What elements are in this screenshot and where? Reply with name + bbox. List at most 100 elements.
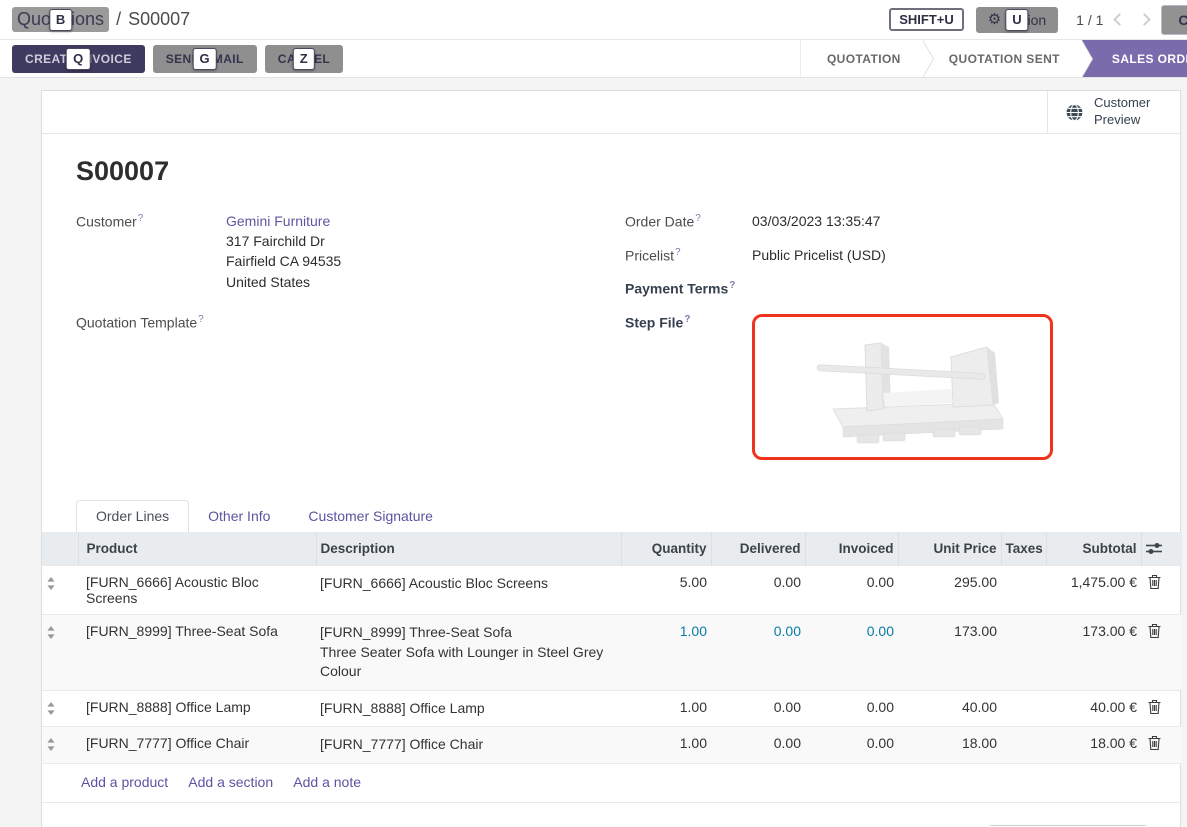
- order-date-field-label: Order Date?: [625, 213, 752, 230]
- delete-row-button[interactable]: [1141, 565, 1182, 614]
- delete-row-button[interactable]: [1141, 690, 1182, 727]
- cell-delivered[interactable]: 0.00: [711, 565, 805, 614]
- field-column-left: Customer? Gemini Furniture 317 Fairchild…: [76, 213, 608, 470]
- drag-handle[interactable]: [42, 727, 78, 764]
- cell-description[interactable]: [FURN_6666] Acoustic Bloc Screens: [316, 565, 621, 614]
- drag-handle[interactable]: [42, 614, 78, 690]
- field-column-right: Order Date? 03/03/2023 13:35:47 Pricelis…: [608, 213, 1140, 470]
- drag-handle-icon: [46, 702, 56, 715]
- action-menu-button[interactable]: ⚙ Action U: [976, 7, 1058, 33]
- cell-invoiced[interactable]: 0.00: [805, 727, 898, 764]
- cell-unit-price[interactable]: 18.00: [898, 727, 1001, 764]
- drag-handle[interactable]: [42, 690, 78, 727]
- delete-row-button[interactable]: [1141, 614, 1182, 690]
- order-lines-table: Product Description Quantity Delivered I…: [42, 532, 1182, 803]
- add-a-note-link[interactable]: Add a note: [293, 774, 361, 790]
- status-step-sales-order[interactable]: SALES ORDER: [1082, 40, 1187, 77]
- customer-field-label: Customer?: [76, 213, 226, 292]
- cell-product[interactable]: [FURN_8888] Office Lamp: [78, 690, 316, 727]
- cell-description[interactable]: [FURN_8888] Office Lamp: [316, 690, 621, 727]
- create-invoice-button[interactable]: CREATE INVOICE Q: [12, 45, 145, 73]
- pager-next-button[interactable]: [1140, 11, 1149, 29]
- cell-delivered[interactable]: 0.00: [711, 614, 805, 690]
- cell-quantity[interactable]: 1.00: [621, 690, 711, 727]
- cell-taxes[interactable]: [1001, 727, 1046, 764]
- cell-description[interactable]: [FURN_8999] Three-Seat Sofa Three Seater…: [316, 614, 621, 690]
- breadcrumb: Quotations B / S00007: [12, 7, 190, 32]
- field-payment-terms: Payment Terms?: [625, 280, 1140, 297]
- cell-description[interactable]: [FURN_7777] Office Chair: [316, 727, 621, 764]
- breadcrumb-separator: /: [116, 9, 121, 30]
- column-product[interactable]: Product: [78, 532, 316, 566]
- topbar-right-controls: SHIFT+U ⚙ Action U 1 / 1 Create C: [889, 5, 1187, 35]
- create-button-label: Create: [1178, 12, 1187, 28]
- sheet-button-box: Customer Preview: [42, 91, 1180, 134]
- customer-field-value: Gemini Furniture 317 Fairchild Dr Fairfi…: [226, 213, 341, 292]
- table-footer-links: Add a product Add a section Add a note: [42, 763, 1182, 802]
- column-subtotal[interactable]: Subtotal: [1046, 532, 1141, 566]
- cancel-button[interactable]: CANCEL Z: [265, 45, 343, 73]
- form-sheet: Customer Preview S00007 Customer? Gemini…: [41, 90, 1181, 827]
- cell-invoiced[interactable]: 0.00: [805, 614, 898, 690]
- drag-handle[interactable]: [42, 565, 78, 614]
- add-a-product-link[interactable]: Add a product: [81, 774, 168, 790]
- cell-quantity[interactable]: 1.00: [621, 727, 711, 764]
- sheet-footer: Terms and conditions... Total: 1,706.00 …: [42, 803, 1180, 827]
- status-pipeline: QUOTATION QUOTATION SENT SALES ORDER: [800, 40, 1187, 77]
- shortcut-badge-action: U: [1005, 9, 1028, 31]
- add-a-section-link[interactable]: Add a section: [188, 774, 273, 790]
- column-unit-price[interactable]: Unit Price: [898, 532, 1001, 566]
- cell-product[interactable]: [FURN_8999] Three-Seat Sofa: [78, 614, 316, 690]
- table-row: [FURN_8999] Three-Seat Sofa [FURN_8999] …: [42, 614, 1182, 690]
- pager-previous-button[interactable]: [1115, 11, 1128, 29]
- cell-taxes[interactable]: [1001, 690, 1046, 727]
- status-step-quotation[interactable]: QUOTATION: [800, 40, 923, 77]
- column-handle: [42, 532, 78, 566]
- cell-product[interactable]: [FURN_7777] Office Chair: [78, 727, 316, 764]
- payment-terms-field-label: Payment Terms?: [625, 280, 752, 297]
- step-file-image[interactable]: [752, 314, 1053, 460]
- column-description[interactable]: Description: [316, 532, 621, 566]
- field-pricelist: Pricelist? Public Pricelist (USD): [625, 247, 1140, 264]
- record-action-buttons: CREATE INVOICE Q SEND EMAIL G CANCEL Z: [12, 40, 343, 77]
- form-view-background: Customer Preview S00007 Customer? Gemini…: [0, 78, 1187, 827]
- help-icon: ?: [729, 280, 735, 291]
- cell-delivered[interactable]: 0.00: [711, 727, 805, 764]
- tab-customer-signature[interactable]: Customer Signature: [289, 501, 452, 532]
- cell-taxes[interactable]: [1001, 614, 1046, 690]
- order-date-field-value[interactable]: 03/03/2023 13:35:47: [752, 213, 880, 230]
- shortcut-badge-create-invoice: Q: [66, 48, 91, 70]
- help-icon: ?: [684, 314, 690, 325]
- column-invoiced[interactable]: Invoiced: [805, 532, 898, 566]
- drag-handle-icon: [46, 626, 56, 639]
- cell-unit-price[interactable]: 173.00: [898, 614, 1001, 690]
- customer-link[interactable]: Gemini Furniture: [226, 213, 330, 229]
- delete-row-button[interactable]: [1141, 727, 1182, 764]
- chevron-right-icon: [1139, 13, 1152, 26]
- column-delivered[interactable]: Delivered: [711, 532, 805, 566]
- pricelist-field-value[interactable]: Public Pricelist (USD): [752, 247, 886, 264]
- customer-preview-label: Customer Preview: [1094, 95, 1158, 129]
- tab-other-info[interactable]: Other Info: [189, 501, 289, 532]
- send-email-button[interactable]: SEND EMAIL G: [153, 45, 257, 73]
- cell-subtotal: 18.00 €: [1046, 727, 1141, 764]
- cell-quantity[interactable]: 5.00: [621, 565, 711, 614]
- cell-invoiced[interactable]: 0.00: [805, 690, 898, 727]
- cell-taxes[interactable]: [1001, 565, 1046, 614]
- cell-delivered[interactable]: 0.00: [711, 690, 805, 727]
- tab-order-lines[interactable]: Order Lines: [76, 500, 189, 532]
- status-step-quotation-sent[interactable]: QUOTATION SENT: [923, 40, 1082, 77]
- column-taxes[interactable]: Taxes: [1001, 532, 1046, 566]
- optional-columns-toggle[interactable]: [1141, 532, 1182, 566]
- cell-product[interactable]: [FURN_6666] Acoustic Bloc Screens: [78, 565, 316, 614]
- cell-unit-price[interactable]: 295.00: [898, 565, 1001, 614]
- cell-unit-price[interactable]: 40.00: [898, 690, 1001, 727]
- create-button[interactable]: Create C: [1161, 5, 1187, 35]
- cell-quantity[interactable]: 1.00: [621, 614, 711, 690]
- column-quantity[interactable]: Quantity: [621, 532, 711, 566]
- breadcrumb-quotations-link[interactable]: Quotations B: [12, 7, 109, 32]
- customer-preview-button[interactable]: Customer Preview: [1047, 91, 1180, 133]
- help-icon: ?: [695, 213, 701, 224]
- cell-invoiced[interactable]: 0.00: [805, 565, 898, 614]
- page-title: S00007: [76, 156, 1140, 187]
